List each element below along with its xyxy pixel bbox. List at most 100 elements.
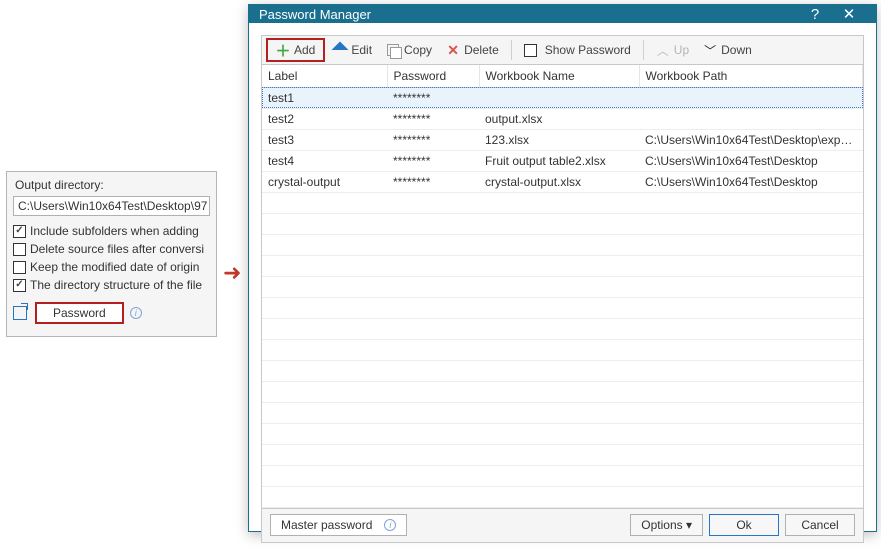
- cancel-button[interactable]: Cancel: [785, 514, 855, 536]
- password-button[interactable]: Password: [35, 302, 124, 324]
- edit-button[interactable]: Edit: [327, 41, 378, 59]
- info-icon[interactable]: [384, 519, 396, 531]
- table-row[interactable]: test1********: [262, 87, 863, 108]
- info-icon[interactable]: [130, 307, 142, 319]
- output-settings-panel: Output directory: C:\Users\Win10x64Test\…: [6, 171, 217, 337]
- opt-label: The directory structure of the file: [30, 278, 202, 292]
- table-row[interactable]: test2********output.xlsx: [262, 108, 863, 129]
- x-icon: ✕: [446, 43, 460, 57]
- checkbox-icon[interactable]: [13, 225, 26, 238]
- opt-keep-date[interactable]: Keep the modified date of origin: [7, 258, 216, 276]
- copy-button[interactable]: Copy: [380, 41, 438, 59]
- down-button[interactable]: ﹀ Down: [697, 41, 758, 59]
- btn-label: Master password: [281, 518, 372, 532]
- table-row-empty: [262, 297, 863, 318]
- table-row-empty: [262, 213, 863, 234]
- btn-label: Options: [641, 518, 682, 532]
- password-table[interactable]: Label Password Workbook Name Workbook Pa…: [261, 65, 864, 509]
- options-button[interactable]: Options ▾: [630, 514, 703, 536]
- btn-label: Copy: [404, 43, 432, 57]
- close-button[interactable]: ✕: [832, 5, 866, 23]
- table-row-empty: [262, 339, 863, 360]
- checkbox-icon[interactable]: [13, 279, 26, 292]
- table-row-empty: [262, 486, 863, 507]
- cell-wb: [479, 87, 639, 108]
- table-row[interactable]: test3********123.xlsxC:\Users\Win10x64Te…: [262, 129, 863, 150]
- cell-label: crystal-output: [262, 171, 387, 192]
- btn-label: Delete: [464, 43, 499, 57]
- password-manager-dialog: Password Manager ? ✕ ＋ Add Edit Copy ✕ D…: [248, 4, 877, 532]
- col-label[interactable]: Label: [262, 65, 387, 87]
- cell-path: C:\Users\Win10x64Test\Desktop\export...: [639, 129, 863, 150]
- cell-label: test2: [262, 108, 387, 129]
- dialog-footer: Master password Options ▾ Ok Cancel: [261, 509, 864, 543]
- popout-icon[interactable]: [13, 306, 27, 320]
- pencil-icon: [333, 43, 347, 57]
- output-dir-label: Output directory:: [7, 176, 216, 194]
- table-row-empty: [262, 465, 863, 486]
- titlebar: Password Manager ? ✕: [249, 5, 876, 23]
- table-row-empty: [262, 381, 863, 402]
- col-password[interactable]: Password: [387, 65, 479, 87]
- separator: [511, 40, 512, 60]
- table-header-row: Label Password Workbook Name Workbook Pa…: [262, 65, 863, 87]
- cell-pwd: ********: [387, 150, 479, 171]
- opt-dir-structure[interactable]: The directory structure of the file: [7, 276, 216, 294]
- opt-label: Include subfolders when adding: [30, 224, 199, 238]
- chevron-up-icon: ︿: [656, 43, 670, 57]
- up-button[interactable]: ︿ Up: [650, 41, 695, 59]
- dropdown-caret-icon: ▾: [686, 518, 692, 532]
- arrow-icon: ➜: [223, 260, 241, 286]
- btn-label: Up: [674, 43, 689, 57]
- opt-include-subfolders[interactable]: Include subfolders when adding: [7, 222, 216, 240]
- btn-label: Down: [721, 43, 752, 57]
- cell-wb: crystal-output.xlsx: [479, 171, 639, 192]
- master-password-button[interactable]: Master password: [270, 514, 407, 536]
- add-button[interactable]: ＋ Add: [270, 41, 321, 59]
- cell-wb: output.xlsx: [479, 108, 639, 129]
- checkbox-icon[interactable]: [13, 243, 26, 256]
- cell-wb: Fruit output table2.xlsx: [479, 150, 639, 171]
- cell-path: [639, 87, 863, 108]
- btn-label: Edit: [351, 43, 372, 57]
- cell-path: [639, 108, 863, 129]
- output-dir-input[interactable]: C:\Users\Win10x64Test\Desktop\97: [13, 196, 210, 216]
- chevron-down-icon: ﹀: [703, 43, 717, 57]
- btn-label: Show Password: [545, 43, 631, 57]
- table-row-empty: [262, 360, 863, 381]
- checkbox-icon[interactable]: [13, 261, 26, 274]
- opt-delete-source[interactable]: Delete source files after conversi: [7, 240, 216, 258]
- copy-icon: [386, 43, 400, 57]
- table-row-empty: [262, 444, 863, 465]
- col-workbook[interactable]: Workbook Name: [479, 65, 639, 87]
- checkbox-icon[interactable]: [524, 44, 537, 57]
- table-row-empty: [262, 423, 863, 444]
- cell-label: test4: [262, 150, 387, 171]
- table-row[interactable]: test4********Fruit output table2.xlsxC:\…: [262, 150, 863, 171]
- cell-pwd: ********: [387, 171, 479, 192]
- add-highlight: ＋ Add: [266, 38, 325, 62]
- table-row-empty: [262, 255, 863, 276]
- table-row-empty: [262, 318, 863, 339]
- cell-label: test3: [262, 129, 387, 150]
- show-password-toggle[interactable]: Show Password: [518, 41, 637, 59]
- table-row[interactable]: crystal-output********crystal-output.xls…: [262, 171, 863, 192]
- separator: [643, 40, 644, 60]
- opt-label: Keep the modified date of origin: [30, 260, 199, 274]
- delete-button[interactable]: ✕ Delete: [440, 41, 505, 59]
- plus-icon: ＋: [276, 43, 290, 57]
- col-path[interactable]: Workbook Path: [639, 65, 863, 87]
- cell-path: C:\Users\Win10x64Test\Desktop: [639, 171, 863, 192]
- cell-pwd: ********: [387, 108, 479, 129]
- ok-button[interactable]: Ok: [709, 514, 779, 536]
- help-button[interactable]: ?: [798, 6, 832, 23]
- table-row-empty: [262, 402, 863, 423]
- cell-path: C:\Users\Win10x64Test\Desktop: [639, 150, 863, 171]
- cell-wb: 123.xlsx: [479, 129, 639, 150]
- opt-label: Delete source files after conversi: [30, 242, 204, 256]
- cell-label: test1: [262, 87, 387, 108]
- btn-label: Add: [294, 43, 315, 57]
- cell-pwd: ********: [387, 129, 479, 150]
- table-row-empty: [262, 192, 863, 213]
- toolbar: ＋ Add Edit Copy ✕ Delete Show Password: [261, 35, 864, 65]
